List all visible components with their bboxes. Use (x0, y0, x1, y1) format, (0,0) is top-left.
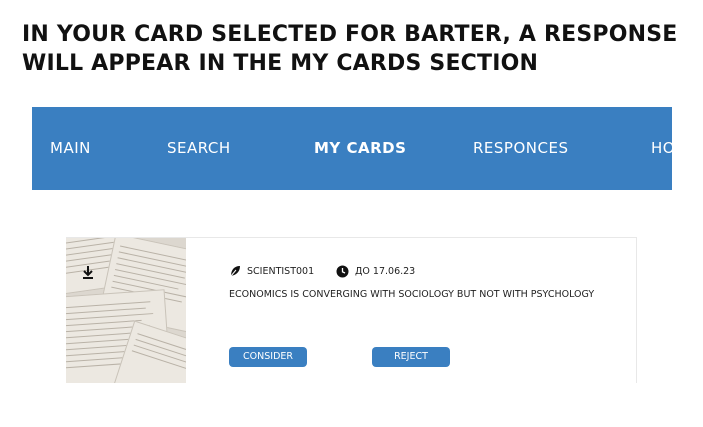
author-meta: SCIENTIST001 (229, 265, 314, 277)
reject-button[interactable]: REJECT (372, 347, 450, 367)
nav-item-responces[interactable]: RESPONCES (473, 107, 568, 190)
download-icon[interactable] (80, 264, 96, 280)
nav-bar: MAIN SEARCH MY CARDS RESPONCES HO (32, 107, 672, 190)
nav-item-home[interactable]: HO (651, 107, 672, 190)
barter-card: SCIENTIST001 ДО 17.06.23 ECONOMICS IS CO… (66, 237, 637, 383)
headline: IN YOUR CARD SELECTED FOR BARTER, A RESP… (22, 20, 702, 78)
nav-item-search[interactable]: SEARCH (167, 107, 231, 190)
card-image (66, 238, 186, 383)
nav-item-main[interactable]: MAIN (50, 107, 91, 190)
consider-button[interactable]: CONSIDER (229, 347, 307, 367)
page: IN YOUR CARD SELECTED FOR BARTER, A RESP… (0, 0, 703, 427)
card-description: ECONOMICS IS CONVERGING WITH SOCIOLOGY B… (229, 289, 595, 300)
headline-line-2: WILL APPEAR IN THE MY CARDS SECTION (22, 51, 539, 76)
author-name: SCIENTIST001 (247, 265, 315, 277)
deadline-date: ДО 17.06.23 (355, 266, 416, 277)
clock-icon (336, 265, 349, 278)
leaf-icon (230, 266, 240, 277)
nav-item-my-cards[interactable]: MY CARDS (314, 107, 406, 190)
headline-line-1: IN YOUR CARD SELECTED FOR BARTER, A RESP… (22, 22, 678, 47)
deadline-meta: ДО 17.06.23 (336, 265, 415, 278)
